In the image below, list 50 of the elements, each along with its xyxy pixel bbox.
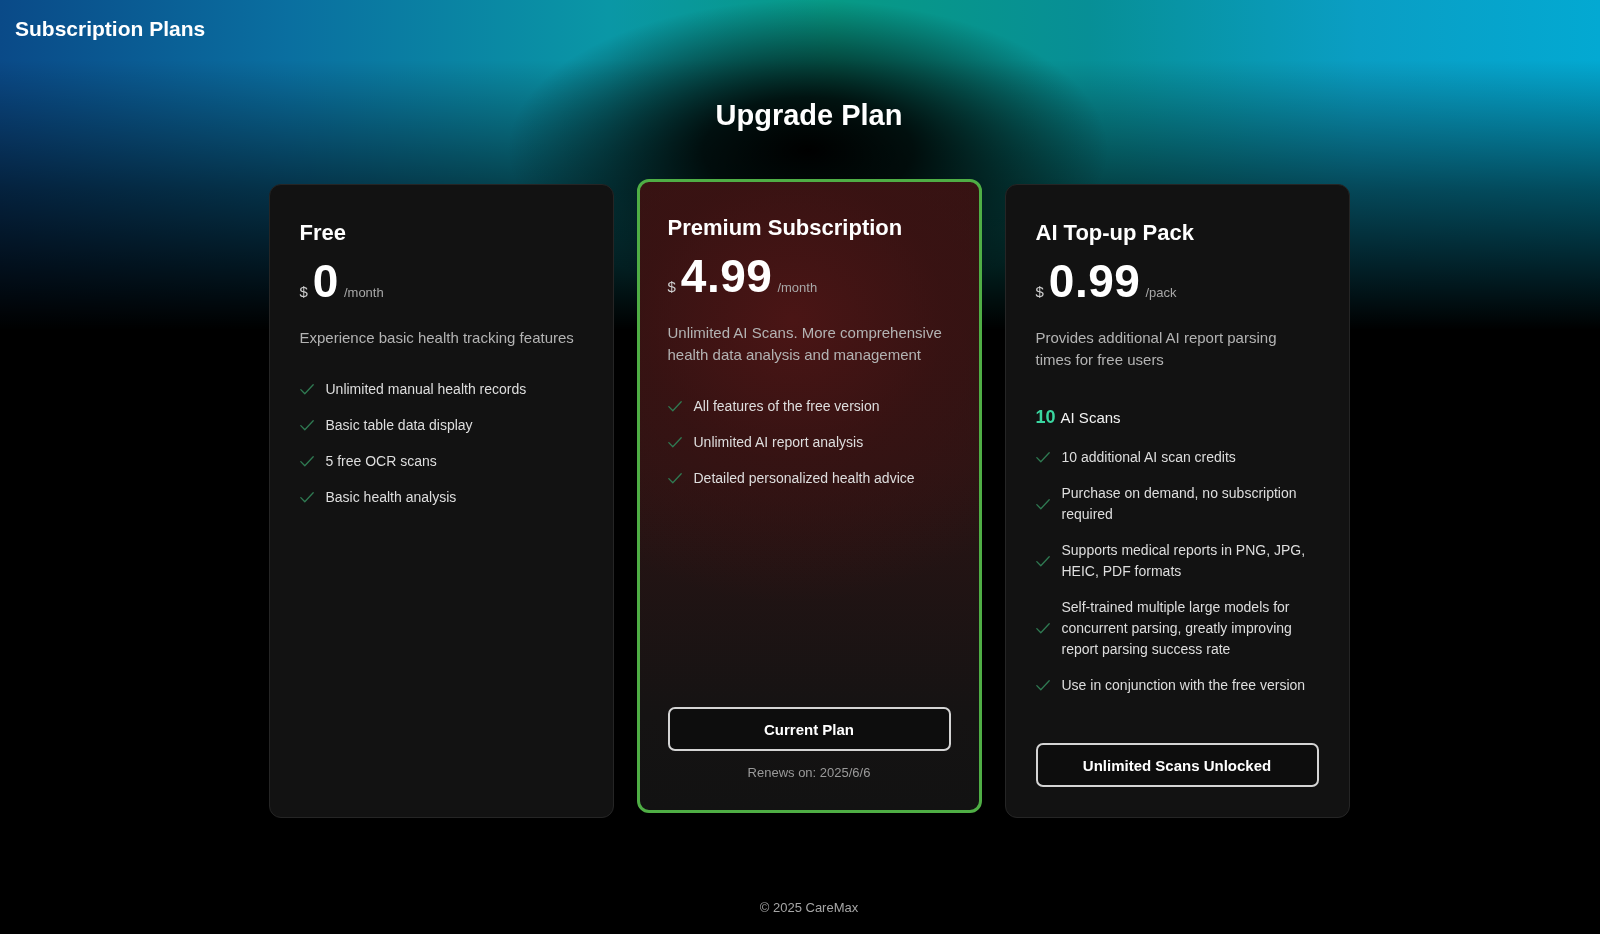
feature-text: Self-trained multiple large models for concurrent parsing, greatly improving report parsing success rate xyxy=(1061,598,1293,659)
check-icon xyxy=(667,437,682,448)
currency-symbol: $ xyxy=(667,278,676,295)
currency-symbol: $ xyxy=(299,283,308,300)
credit-label: AI Scans xyxy=(1060,408,1121,428)
plan-name: Premium Subscription xyxy=(667,216,903,240)
price-amount: 4.99 xyxy=(680,252,773,300)
feature-text: Detailed personalized health advice xyxy=(693,469,915,488)
feature-text: 10 additional AI scan credits xyxy=(1061,448,1236,467)
page-title: Subscription Plans xyxy=(15,17,206,41)
check-icon xyxy=(1035,555,1050,567)
check-icon xyxy=(299,456,314,467)
plan-description: Unlimited AI Scans. More comprehensive health data analysis and management xyxy=(667,323,943,365)
feature-text: Purchase on demand, no subscription required xyxy=(1061,484,1298,524)
feature-text: All features of the free version xyxy=(693,397,880,416)
feature-text: Supports medical reports in PNG, JPG, HEIC, PDF formats xyxy=(1061,541,1307,581)
check-icon xyxy=(299,384,314,395)
price-amount: 0.99 xyxy=(1048,257,1141,305)
renewal-date-text: Renews on: 2025/6/6 xyxy=(747,764,871,782)
price-period: /pack xyxy=(1145,285,1177,300)
check-icon xyxy=(1035,680,1050,691)
plan-name: AI Top-up Pack xyxy=(1035,221,1194,245)
currency-symbol: $ xyxy=(1035,283,1044,300)
check-icon xyxy=(299,420,314,431)
section-heading: Upgrade Plan xyxy=(715,98,903,132)
check-icon xyxy=(1035,623,1050,634)
check-icon xyxy=(667,401,682,412)
plan-button[interactable]: Unlimited Scans Unlocked xyxy=(1035,743,1319,787)
feature-text: Use in conjunction with the free version xyxy=(1061,676,1306,695)
credit-count: 10 xyxy=(1035,406,1056,429)
price-period: /month xyxy=(777,280,818,295)
plan-card[interactable] xyxy=(636,179,982,813)
feature-text: Unlimited manual health records xyxy=(325,380,527,399)
feature-text: Unlimited AI report analysis xyxy=(693,433,864,452)
price-amount: 0 xyxy=(312,257,339,305)
plan-description: Provides additional AI report parsing times for free users xyxy=(1035,328,1278,370)
feature-text: Basic health analysis xyxy=(325,488,457,507)
plan-name: Free xyxy=(299,221,346,245)
feature-text: 5 free OCR scans xyxy=(325,452,437,471)
copyright-text: © 2025 CareMax xyxy=(759,900,859,916)
plan-card[interactable] xyxy=(1004,184,1350,818)
plan-button[interactable]: Current Plan xyxy=(667,707,951,751)
check-icon xyxy=(1035,452,1050,463)
check-icon xyxy=(299,492,314,503)
plan-card[interactable]: Free $0/month Experience basic health tracking features Unlimited manual health records Basic table data display 5 free OCR scans Basic health analysis xyxy=(268,184,614,818)
price-period: /month xyxy=(343,285,384,300)
feature-text: Basic table data display xyxy=(325,416,473,435)
check-icon xyxy=(667,473,682,484)
plan-description: Experience basic health tracking features xyxy=(299,328,574,348)
check-icon xyxy=(1035,498,1050,510)
